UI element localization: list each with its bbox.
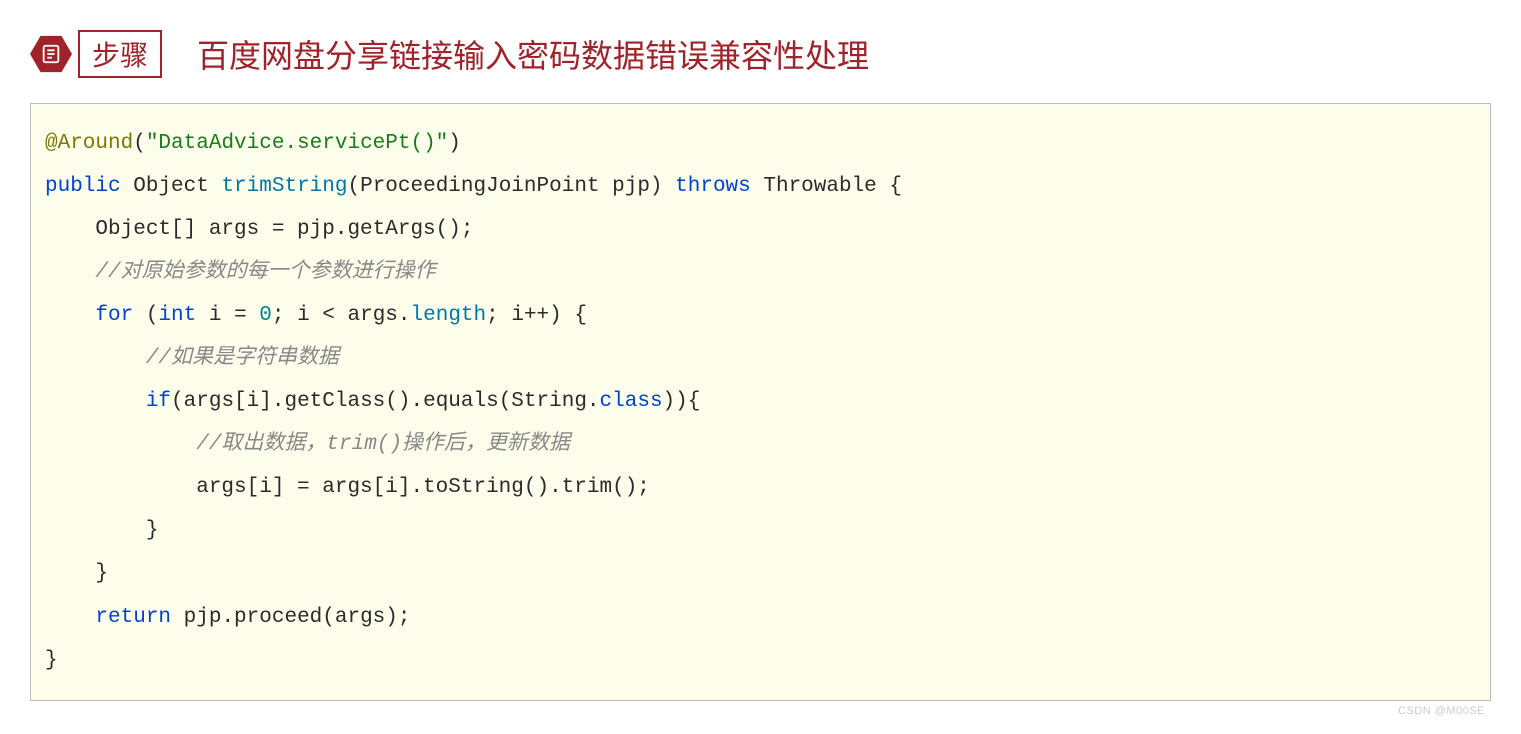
code-block: @Around("DataAdvice.servicePt()") public… xyxy=(30,103,1491,701)
code-text: )){ xyxy=(663,390,701,413)
code-text: pjp.proceed(args); xyxy=(171,606,410,629)
code-text: (args[i].getClass().equals(String. xyxy=(171,390,599,413)
code-text: ( xyxy=(133,304,158,327)
step-label: 步骤 xyxy=(78,30,162,78)
code-number: 0 xyxy=(259,304,272,327)
code-keyword: for xyxy=(95,304,133,327)
watermark: CSDN @M00SE xyxy=(30,701,1491,717)
code-brace: } xyxy=(45,649,58,672)
code-function: trimString xyxy=(221,175,347,198)
code-text: Throwable { xyxy=(751,175,902,198)
code-keyword: int xyxy=(158,304,196,327)
section-title: 百度网盘分享链接输入密码数据错误兼容性处理 xyxy=(197,31,869,77)
section-header: 步骤 百度网盘分享链接输入密码数据错误兼容性处理 xyxy=(30,30,1491,78)
code-brace: } xyxy=(45,562,108,585)
code-annotation: @Around xyxy=(45,132,133,155)
document-lines-icon xyxy=(30,33,72,75)
code-type: Object xyxy=(133,175,221,198)
code-brace: } xyxy=(45,519,158,542)
code-comment: //对原始参数的每一个参数进行操作 xyxy=(45,261,436,284)
code-comment: //如果是字符串数据 xyxy=(45,347,339,370)
code-text: ; i++) { xyxy=(486,304,587,327)
code-text: ; i < args. xyxy=(272,304,411,327)
code-keyword: public xyxy=(45,175,121,198)
code-line: args[i] = args[i].toString().trim(); xyxy=(45,476,650,499)
code-property: length xyxy=(411,304,487,327)
code-comment: //取出数据，trim()操作后，更新数据 xyxy=(45,433,570,456)
code-text: (ProceedingJoinPoint pjp) xyxy=(347,175,675,198)
code-text: i = xyxy=(196,304,259,327)
code-keyword: throws xyxy=(675,175,751,198)
code-keyword: if xyxy=(146,390,171,413)
code-keyword: return xyxy=(95,606,171,629)
code-string: "DataAdvice.servicePt()" xyxy=(146,132,448,155)
code-line: Object[] args = pjp.getArgs(); xyxy=(45,218,473,241)
code-keyword: class xyxy=(600,390,663,413)
